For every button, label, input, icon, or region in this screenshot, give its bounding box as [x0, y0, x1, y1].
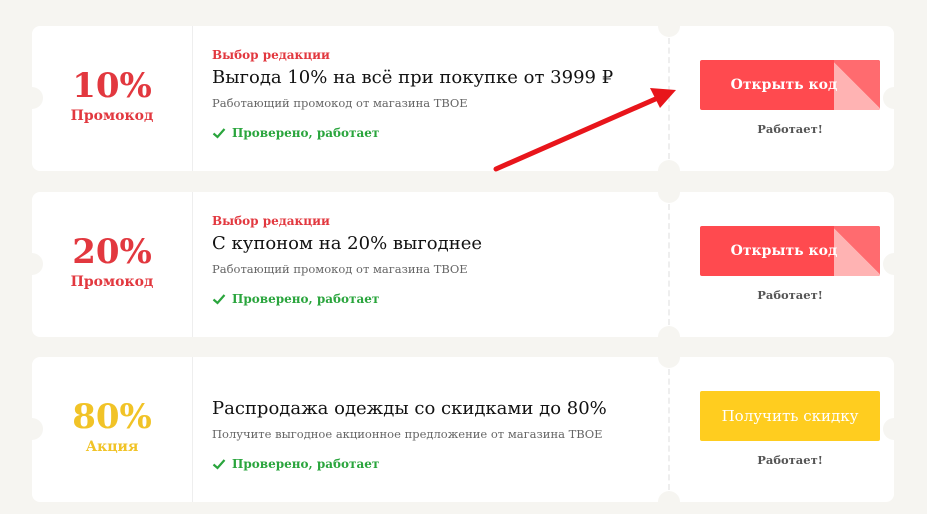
- ticket-notch: [658, 326, 680, 348]
- ticket-notch: [658, 15, 680, 37]
- offer-card: 20% Промокод Выбор редакции С купоном на…: [21, 181, 905, 348]
- offer-title[interactable]: Выгода 10% на всё при покупке от 3999 ₽: [212, 66, 652, 90]
- check-icon: [212, 128, 226, 139]
- discount-value: 10%: [72, 66, 152, 106]
- verified-label: Проверено, работает: [232, 457, 380, 471]
- divider: [192, 357, 193, 502]
- offer-title[interactable]: Распродажа одежды со скидками до 80%: [212, 397, 652, 421]
- button-label: Открыть код: [730, 77, 838, 93]
- button-label: Открыть код: [730, 243, 838, 259]
- verified-status: Проверено, работает: [212, 126, 652, 140]
- discount-value: 20%: [72, 232, 152, 272]
- discount-block: 80% Акция: [32, 397, 192, 455]
- editor-choice-badge: Выбор редакции: [212, 48, 330, 62]
- offer-type: Промокод: [70, 274, 154, 290]
- offer-type: Акция: [85, 439, 139, 455]
- open-code-button[interactable]: Открыть код: [700, 226, 880, 276]
- divider: [192, 26, 193, 171]
- open-code-button[interactable]: Открыть код: [700, 60, 880, 110]
- verified-label: Проверено, работает: [232, 292, 380, 306]
- offer-description: Работающий промокод от магазина ТВОЕ: [212, 96, 468, 110]
- offer-title[interactable]: С купоном на 20% выгоднее: [212, 232, 652, 256]
- get-discount-button[interactable]: Получить скидку: [700, 391, 880, 441]
- ticket-notch: [883, 418, 905, 440]
- offer-content: Распродажа одежды со скидками до 80% Пол…: [212, 397, 652, 471]
- works-status: Работает!: [757, 453, 823, 467]
- verified-label: Проверено, работает: [232, 126, 380, 140]
- discount-value: 80%: [72, 397, 152, 437]
- check-icon: [212, 294, 226, 305]
- dashed-divider: [668, 204, 670, 325]
- offer-content: Выбор редакции С купоном на 20% выгоднее…: [212, 214, 652, 306]
- ticket-notch: [883, 87, 905, 109]
- ticket-notch: [658, 181, 680, 203]
- button-label: Получить скидку: [721, 407, 859, 425]
- peel-corner: [834, 60, 880, 110]
- peel-corner: [834, 226, 880, 276]
- ticket-notch: [883, 253, 905, 275]
- check-icon: [212, 459, 226, 470]
- offer-description: Работающий промокод от магазина ТВОЕ: [212, 262, 468, 276]
- ticket-notch: [658, 346, 680, 368]
- divider: [192, 192, 193, 337]
- ticket-notch: [658, 160, 680, 182]
- dashed-divider: [668, 38, 670, 159]
- works-status: Работает!: [757, 122, 823, 136]
- discount-block: 20% Промокод: [32, 232, 192, 290]
- offer-card: 80% Акция Распродажа одежды со скидками …: [21, 346, 905, 513]
- offer-card: 10% Промокод Выбор редакции Выгода 10% н…: [21, 15, 905, 182]
- offer-content: Выбор редакции Выгода 10% на всё при пок…: [212, 48, 652, 140]
- works-status: Работает!: [757, 288, 823, 302]
- offer-description: Получите выгодное акционное предложение …: [212, 427, 603, 441]
- editor-choice-badge: Выбор редакции: [212, 214, 330, 228]
- dashed-divider: [668, 369, 670, 490]
- verified-status: Проверено, работает: [212, 457, 652, 471]
- verified-status: Проверено, работает: [212, 292, 652, 306]
- discount-block: 10% Промокод: [32, 66, 192, 124]
- ticket-notch: [658, 491, 680, 513]
- offer-type: Промокод: [70, 108, 154, 124]
